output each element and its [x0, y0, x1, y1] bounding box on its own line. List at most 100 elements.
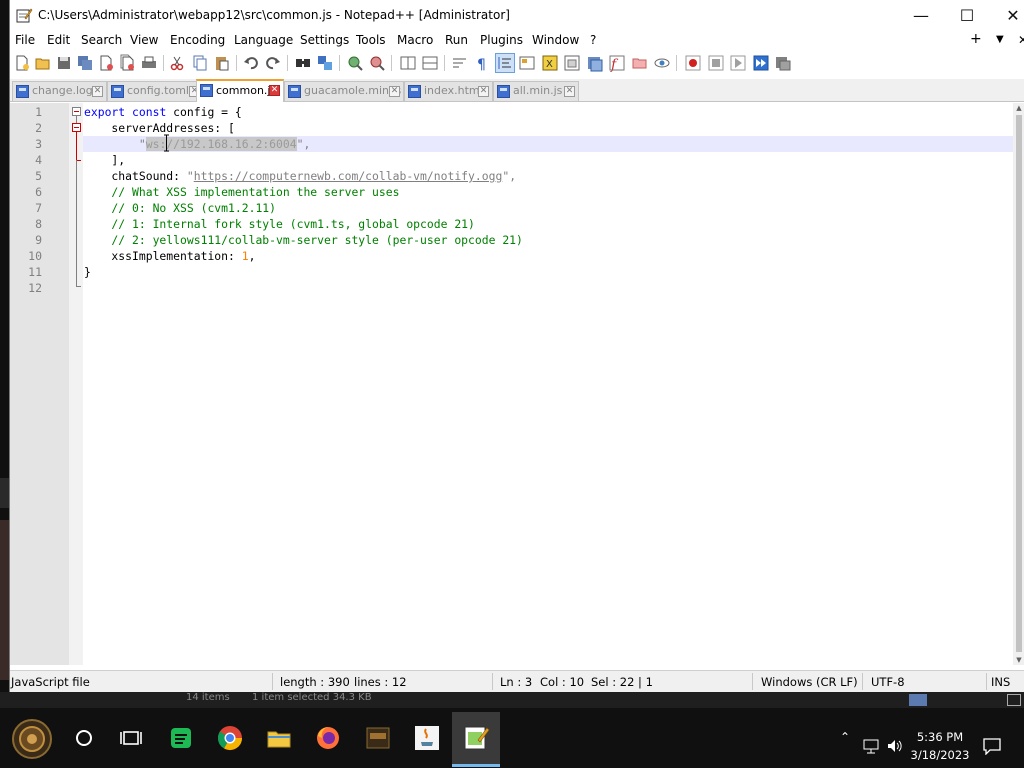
menu-macro[interactable]: Macro	[397, 33, 433, 47]
vertical-scrollbar[interactable]: ▲ ▼	[1013, 103, 1024, 665]
redo-icon[interactable]	[264, 54, 282, 72]
code-line-6: // What XSS implementation the server us…	[84, 184, 399, 200]
function-list-icon[interactable]	[563, 54, 581, 72]
save-macro-icon[interactable]	[774, 54, 792, 72]
toolbar-separator	[391, 55, 392, 71]
close-all-icon[interactable]	[118, 54, 136, 72]
url-link[interactable]: https://computernewb.com/collab-vm/notif…	[194, 169, 503, 183]
thumbnail-view-icon[interactable]	[1007, 694, 1021, 706]
find-icon[interactable]	[294, 54, 312, 72]
notepad-plus-plus-icon	[16, 8, 33, 23]
clock-date[interactable]: 3/18/2023	[905, 748, 975, 762]
firefox-icon[interactable]	[314, 724, 342, 752]
details-view-icon[interactable]	[909, 694, 927, 706]
game-app-icon[interactable]	[364, 724, 392, 752]
menu-plugins[interactable]: Plugins	[480, 33, 523, 47]
menu-settings[interactable]: Settings	[300, 33, 349, 47]
show-all-characters-icon[interactable]: ¶	[473, 54, 491, 72]
file-explorer-icon[interactable]	[265, 724, 293, 752]
tab-guacamole-min-js[interactable]: guacamole.min.js ✕	[284, 81, 404, 101]
zoom-in-icon[interactable]	[346, 54, 364, 72]
menu-file[interactable]: File	[15, 33, 35, 47]
menu-tools[interactable]: Tools	[356, 33, 386, 47]
comment-text: // What XSS implementation the server us…	[84, 185, 400, 199]
save-all-icon[interactable]	[76, 54, 94, 72]
sync-horizontal-icon[interactable]	[421, 54, 439, 72]
close-file-icon[interactable]	[97, 54, 115, 72]
save-icon[interactable]	[55, 54, 73, 72]
menu-help[interactable]: ?	[590, 33, 596, 47]
insert-mode-label[interactable]: INS	[991, 675, 1010, 689]
new-file-icon[interactable]	[13, 54, 31, 72]
paste-icon[interactable]	[213, 54, 231, 72]
search-icon[interactable]	[70, 724, 98, 752]
chevron-up-icon[interactable]: ⌃	[840, 730, 850, 744]
tab-change-log[interactable]: change.log ✕	[12, 81, 107, 101]
tab-common-js[interactable]: common.js ✕	[196, 79, 284, 102]
task-view-icon[interactable]	[117, 724, 145, 752]
copy-icon[interactable]	[191, 54, 209, 72]
tab-all-min-js[interactable]: all.min.js ✕	[493, 81, 579, 101]
cut-icon[interactable]	[168, 54, 186, 72]
keyword: export	[84, 105, 126, 119]
replace-icon[interactable]	[316, 54, 334, 72]
chrome-icon[interactable]	[216, 724, 244, 752]
print-icon[interactable]	[140, 54, 158, 72]
notification-icon[interactable]	[983, 738, 1001, 755]
indent-guide-icon[interactable]	[495, 53, 515, 73]
code-editor[interactable]: 1 2 3 4 5 6 7 8 9 10 11 12 export const …	[10, 103, 1024, 665]
close-tab-icon[interactable]: ✕	[1018, 33, 1024, 47]
close-icon[interactable]: ✕	[478, 86, 489, 97]
scroll-up-icon[interactable]: ▲	[1013, 103, 1024, 113]
monitoring-eye-icon[interactable]	[653, 54, 671, 72]
add-tab-icon[interactable]: +	[970, 31, 982, 47]
close-window-button[interactable]: ✕	[990, 0, 1024, 31]
java-icon[interactable]	[413, 724, 441, 752]
menu-search[interactable]: Search	[81, 33, 122, 47]
menu-edit[interactable]: Edit	[47, 33, 70, 47]
encoding-label[interactable]: UTF-8	[871, 675, 905, 689]
word-wrap-icon[interactable]	[451, 54, 469, 72]
line-number-gutter: 1 2 3 4 5 6 7 8 9 10 11 12	[10, 103, 69, 665]
zoom-out-icon[interactable]	[368, 54, 386, 72]
close-icon[interactable]: ✕	[389, 86, 400, 97]
close-icon[interactable]: ✕	[564, 86, 575, 97]
menu-language[interactable]: Language	[234, 33, 293, 47]
scrollbar-thumb[interactable]	[1016, 115, 1022, 652]
menu-run[interactable]: Run	[445, 33, 468, 47]
title-bar[interactable]: C:\Users\Administrator\webapp12\src\comm…	[10, 0, 1024, 31]
record-macro-icon[interactable]	[684, 54, 702, 72]
stop-recording-icon[interactable]	[707, 54, 725, 72]
fold-toggle-icon[interactable]	[72, 107, 81, 116]
maximize-button[interactable]: ☐	[944, 0, 990, 31]
close-icon[interactable]: ✕	[269, 85, 280, 96]
folder-icon[interactable]	[631, 54, 649, 72]
undo-icon[interactable]	[242, 54, 260, 72]
document-map-icon[interactable]: X	[541, 54, 559, 72]
run-macro-multiple-icon[interactable]	[752, 54, 770, 72]
close-icon[interactable]: ✕	[92, 86, 103, 97]
fold-toggle-icon[interactable]	[72, 123, 81, 132]
tab-index-html[interactable]: index.html ✕	[404, 81, 493, 101]
menu-encoding[interactable]: Encoding	[170, 33, 225, 47]
open-file-icon[interactable]	[34, 54, 52, 72]
menu-view[interactable]: View	[130, 33, 158, 47]
tab-list-dropdown-icon[interactable]: ▼	[996, 34, 1004, 45]
start-button-icon[interactable]	[11, 718, 53, 760]
sync-vertical-icon[interactable]	[399, 54, 417, 72]
play-macro-icon[interactable]	[729, 54, 747, 72]
volume-icon[interactable]	[886, 738, 904, 754]
network-icon[interactable]	[862, 738, 880, 754]
minimize-button[interactable]: —	[898, 0, 944, 31]
notepad-plus-plus-icon[interactable]	[462, 724, 490, 752]
function-icon[interactable]: f	[608, 54, 626, 72]
green-app-icon[interactable]	[167, 724, 195, 752]
tab-config-toml[interactable]: config.toml ✕	[107, 81, 204, 101]
eol-format-label[interactable]: Windows (CR LF)	[761, 675, 858, 689]
clock-time[interactable]: 5:36 PM	[905, 730, 975, 744]
user-defined-language-icon[interactable]	[518, 54, 536, 72]
scroll-down-icon[interactable]: ▼	[1013, 655, 1024, 665]
folder-as-workspace-icon[interactable]	[586, 54, 604, 72]
menu-window[interactable]: Window	[532, 33, 579, 47]
menu-bar: File Edit Search View Encoding Language …	[10, 31, 1024, 51]
